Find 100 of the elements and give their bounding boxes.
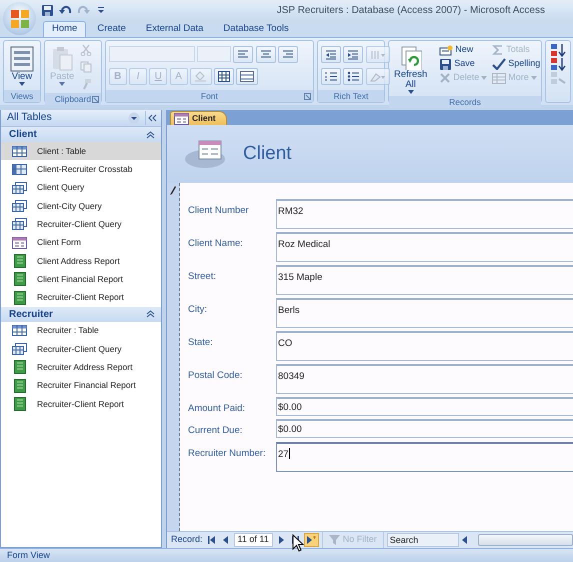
document-tab[interactable]: Client bbox=[170, 111, 227, 125]
report-icon bbox=[14, 254, 26, 268]
filter-icon bbox=[328, 535, 340, 545]
record-label: Record: bbox=[171, 533, 203, 546]
field-label: City: bbox=[187, 303, 208, 317]
numbered-list-icon bbox=[325, 71, 337, 82]
text-field[interactable]: 80349 bbox=[276, 364, 573, 394]
nav-item[interactable]: Client : Table bbox=[1, 142, 161, 160]
dropdown-arrow-icon bbox=[530, 76, 537, 80]
group-label: Font bbox=[106, 90, 313, 102]
form-icon bbox=[174, 112, 189, 124]
query-icon bbox=[12, 218, 27, 230]
record-selector[interactable] bbox=[167, 183, 180, 531]
ribbon-button[interactable]: Save bbox=[438, 57, 488, 71]
format-button[interactable] bbox=[278, 46, 298, 63]
scroll-left-icon[interactable] bbox=[462, 536, 468, 544]
text-field[interactable]: 27 bbox=[276, 442, 573, 472]
sort-ascending-icon[interactable] bbox=[550, 43, 566, 57]
ribbon-button[interactable]: Refresh All bbox=[392, 46, 430, 94]
alternate-fill-icon bbox=[240, 71, 254, 82]
ribbon-tab[interactable]: External Data bbox=[136, 21, 212, 37]
text-field[interactable]: CO bbox=[276, 331, 573, 361]
dialog-launcher-icon[interactable] bbox=[92, 96, 99, 103]
new-record-icon[interactable] bbox=[306, 536, 316, 544]
table-icon bbox=[12, 146, 27, 157]
text-field[interactable]: Berls bbox=[276, 298, 573, 328]
report-icon bbox=[14, 378, 26, 393]
nav-group-header[interactable]: Recruiter bbox=[1, 306, 161, 322]
ribbon-button[interactable]: New bbox=[438, 43, 488, 57]
dialog-launcher-icon[interactable] bbox=[304, 93, 311, 100]
form-icon bbox=[12, 236, 27, 249]
report-icon bbox=[14, 272, 26, 286]
first-record-icon[interactable] bbox=[208, 536, 215, 544]
gridlines-icon bbox=[218, 71, 230, 82]
ribbon-tab[interactable]: Create bbox=[88, 21, 135, 37]
dropdown-icon[interactable] bbox=[128, 112, 140, 124]
format-button[interactable] bbox=[256, 46, 276, 63]
format-button[interactable] bbox=[236, 68, 258, 85]
field-label: Client Number bbox=[187, 204, 250, 218]
ribbon-button[interactable]: View bbox=[7, 46, 37, 86]
crosstab-icon bbox=[12, 164, 27, 175]
field-label: Recruiter Number: bbox=[187, 446, 267, 460]
format-button[interactable] bbox=[343, 68, 364, 85]
nav-pane-title: All Tables bbox=[7, 110, 53, 126]
report-icon bbox=[14, 360, 26, 374]
field-label: Client Name: bbox=[187, 237, 244, 251]
text-field[interactable]: 315 Maple bbox=[276, 265, 573, 295]
table-icon bbox=[12, 325, 27, 336]
office-logo-icon bbox=[10, 8, 30, 28]
highlighter-icon bbox=[370, 72, 386, 82]
dropdown-arrow-icon bbox=[408, 90, 414, 94]
report-icon bbox=[14, 290, 26, 305]
group-label: Rich Text bbox=[318, 90, 384, 102]
align-center-icon bbox=[260, 50, 272, 59]
group-label: Records bbox=[389, 96, 541, 108]
form-icon bbox=[185, 139, 227, 169]
query-icon bbox=[12, 182, 27, 194]
dropdown-arrow-icon bbox=[481, 76, 488, 80]
format-button[interactable] bbox=[233, 46, 254, 63]
search-field[interactable]: Search bbox=[386, 533, 459, 547]
align-right-icon bbox=[282, 50, 294, 59]
text-field[interactable]: RM32 bbox=[276, 199, 573, 229]
text-field[interactable]: Roz Medical bbox=[276, 232, 573, 262]
format-button[interactable] bbox=[343, 46, 364, 63]
next-record-icon[interactable] bbox=[278, 536, 285, 544]
field-label: Postal Code: bbox=[187, 369, 244, 383]
indent-icon bbox=[347, 50, 360, 60]
report-icon bbox=[14, 397, 26, 411]
ribbon-tab[interactable]: Database Tools bbox=[214, 21, 298, 37]
group-label: Clipboard bbox=[45, 93, 101, 105]
form-title: Client bbox=[243, 142, 292, 166]
text-field[interactable]: $0.00 bbox=[276, 397, 573, 416]
text-direction-icon bbox=[370, 50, 386, 60]
text-field[interactable]: $0.00 bbox=[276, 419, 573, 438]
align-left-icon bbox=[237, 50, 250, 59]
field-label: Current Due: bbox=[187, 424, 244, 438]
field-label: Street: bbox=[187, 270, 217, 284]
field-label: Amount Paid: bbox=[187, 402, 246, 416]
sort-descending-icon[interactable] bbox=[550, 57, 566, 71]
nav-group-header[interactable]: Client bbox=[1, 127, 161, 142]
status-text: Form View bbox=[0, 548, 573, 562]
format-button[interactable] bbox=[214, 68, 234, 85]
field-label: State: bbox=[187, 336, 214, 350]
window-title: JSP Recruiters : Database (Access 2007) - Microsoft Access bbox=[276, 4, 546, 18]
collapse-pane-button[interactable] bbox=[144, 111, 159, 125]
ribbon-button[interactable]: Spelling bbox=[491, 57, 542, 71]
outdent-icon bbox=[325, 50, 337, 60]
mouse-cursor-icon bbox=[292, 534, 304, 552]
ribbon-tab[interactable]: Home bbox=[43, 21, 86, 37]
query-icon bbox=[12, 343, 27, 356]
previous-record-icon[interactable] bbox=[222, 536, 229, 544]
bullet-list-icon bbox=[347, 71, 360, 82]
query-icon bbox=[12, 200, 27, 212]
group-label: Views bbox=[4, 90, 40, 102]
format-button[interactable] bbox=[321, 68, 341, 85]
record-position-field[interactable]: 11 of 11 bbox=[234, 533, 273, 547]
double-chevron-left-icon bbox=[148, 114, 157, 122]
scrollbar-thumb[interactable] bbox=[478, 534, 573, 546]
format-button[interactable] bbox=[321, 46, 341, 63]
fill-color-icon bbox=[194, 71, 208, 82]
